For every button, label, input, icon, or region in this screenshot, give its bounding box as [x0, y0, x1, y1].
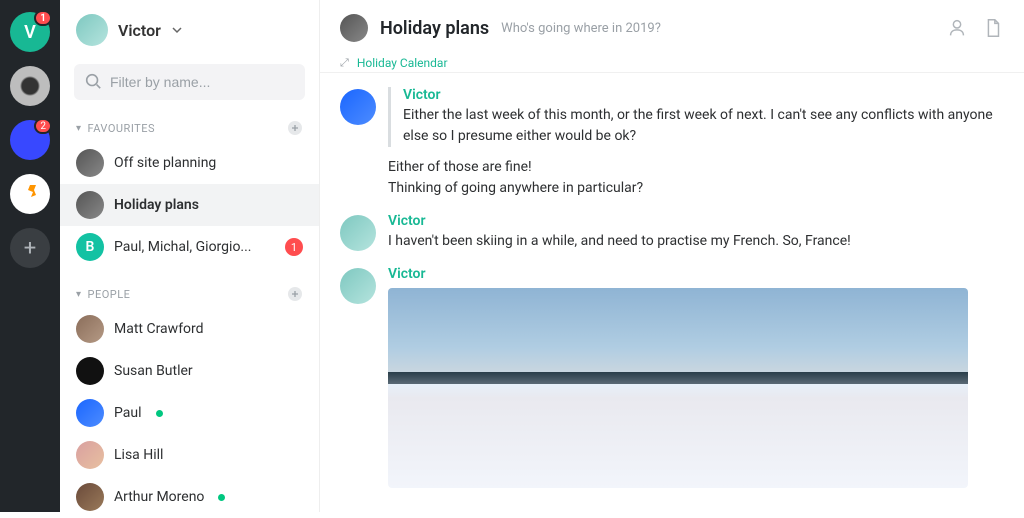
- room-title: Holiday plans: [380, 18, 489, 39]
- workspace-badge: 2: [34, 118, 52, 134]
- sidebar-item-person[interactable]: Susan Butler: [60, 350, 319, 392]
- online-indicator: [156, 410, 163, 417]
- workspace-rail: V 1 2 +: [0, 0, 60, 512]
- sidebar-item-label: Arthur Moreno: [114, 489, 204, 505]
- sidebar-item-label: Paul: [114, 405, 142, 421]
- main-panel: Holiday plans Who's going where in 2019?…: [320, 0, 1024, 512]
- workspace-item-active[interactable]: V 1: [10, 12, 50, 52]
- sidebar-item-holiday-plans[interactable]: Holiday plans: [60, 184, 319, 226]
- sidebar-item-offsite[interactable]: Off site planning: [60, 142, 319, 184]
- room-avatar: [340, 14, 368, 42]
- sidebar-item-label: Off site planning: [114, 155, 216, 171]
- user-avatar: [76, 14, 108, 46]
- add-favourite-button[interactable]: [287, 120, 303, 136]
- room-topic: Who's going where in 2019?: [501, 21, 661, 36]
- message: Victor Either the last week of this mont…: [340, 87, 1004, 199]
- chevron-down-icon: ▾: [76, 289, 82, 300]
- sidebar-item-label: Susan Butler: [114, 363, 193, 379]
- workspace-badge: 1: [34, 10, 52, 26]
- widget-label: Holiday Calendar: [357, 56, 448, 70]
- message-author: Victor: [388, 213, 1004, 229]
- person-avatar: [76, 315, 104, 343]
- online-indicator: [218, 494, 225, 501]
- sidebar-item-person[interactable]: Lisa Hill: [60, 434, 319, 476]
- message-author: Victor: [388, 266, 1004, 282]
- image-attachment[interactable]: [388, 288, 968, 488]
- chevron-down-icon: [171, 24, 183, 36]
- message: Victor: [340, 266, 1004, 488]
- room-letter: B: [86, 239, 95, 255]
- section-favourites-header[interactable]: ▾ FAVOURITES: [60, 112, 319, 142]
- workspace-item[interactable]: [10, 174, 50, 214]
- filter-input-wrap: [74, 64, 305, 100]
- sidebar-item-label: Holiday plans: [114, 197, 199, 213]
- sidebar-item-person[interactable]: Matt Crawford: [60, 308, 319, 350]
- header-actions: [946, 17, 1004, 39]
- message-text: Either of those are fine!: [388, 157, 1004, 178]
- message-text: Thinking of going anywhere in particular…: [388, 178, 1004, 199]
- message-text: I haven't been skiing in a while, and ne…: [388, 231, 1004, 252]
- sidebar-item-person[interactable]: Paul: [60, 392, 319, 434]
- message: Victor I haven't been skiing in a while,…: [340, 213, 1004, 252]
- sidebar-item-label: Paul, Michal, Giorgio...: [114, 239, 252, 255]
- conversation-header: Holiday plans Who's going where in 2019?: [320, 0, 1024, 52]
- search-icon: [84, 72, 102, 90]
- message-avatar[interactable]: [340, 215, 376, 251]
- widget-bar[interactable]: ⤢ Holiday Calendar: [320, 52, 1024, 73]
- workspace-item[interactable]: [10, 66, 50, 106]
- person-avatar: [76, 399, 104, 427]
- room-avatar: [76, 191, 104, 219]
- quoted-message: Victor Either the last week of this mont…: [388, 87, 1004, 147]
- user-menu[interactable]: Victor: [60, 0, 319, 60]
- person-avatar: [76, 441, 104, 469]
- sidebar: Victor ▾ FAVOURITES Off site planning Ho…: [60, 0, 320, 512]
- person-avatar: [76, 357, 104, 385]
- user-name: Victor: [118, 21, 161, 40]
- room-avatar: B: [76, 233, 104, 261]
- filter-input[interactable]: [74, 64, 305, 100]
- message-avatar[interactable]: [340, 89, 376, 125]
- add-workspace-button[interactable]: +: [10, 228, 50, 268]
- sidebar-item-label: Lisa Hill: [114, 447, 163, 463]
- expand-icon[interactable]: ⤢: [340, 56, 349, 70]
- quote-text: Either the last week of this month, or t…: [403, 105, 1004, 147]
- app-logo-icon: [18, 182, 42, 206]
- sidebar-item-group-chat[interactable]: B Paul, Michal, Giorgio... 1: [60, 226, 319, 268]
- sidebar-item-label: Matt Crawford: [114, 321, 204, 337]
- unread-badge: 1: [285, 238, 303, 256]
- quote-author: Victor: [403, 87, 1004, 103]
- chevron-down-icon: ▾: [76, 123, 82, 134]
- person-avatar: [76, 483, 104, 511]
- section-people-header[interactable]: ▾ PEOPLE: [60, 278, 319, 308]
- room-avatar: [76, 149, 104, 177]
- section-title: PEOPLE: [88, 288, 131, 301]
- members-icon[interactable]: [946, 17, 968, 39]
- message-avatar[interactable]: [340, 268, 376, 304]
- workspace-item[interactable]: 2: [10, 120, 50, 160]
- files-icon[interactable]: [982, 17, 1004, 39]
- add-person-button[interactable]: [287, 286, 303, 302]
- message-list: Victor Either the last week of this mont…: [320, 73, 1024, 512]
- section-title: FAVOURITES: [88, 122, 155, 135]
- workspace-letter: V: [24, 22, 36, 43]
